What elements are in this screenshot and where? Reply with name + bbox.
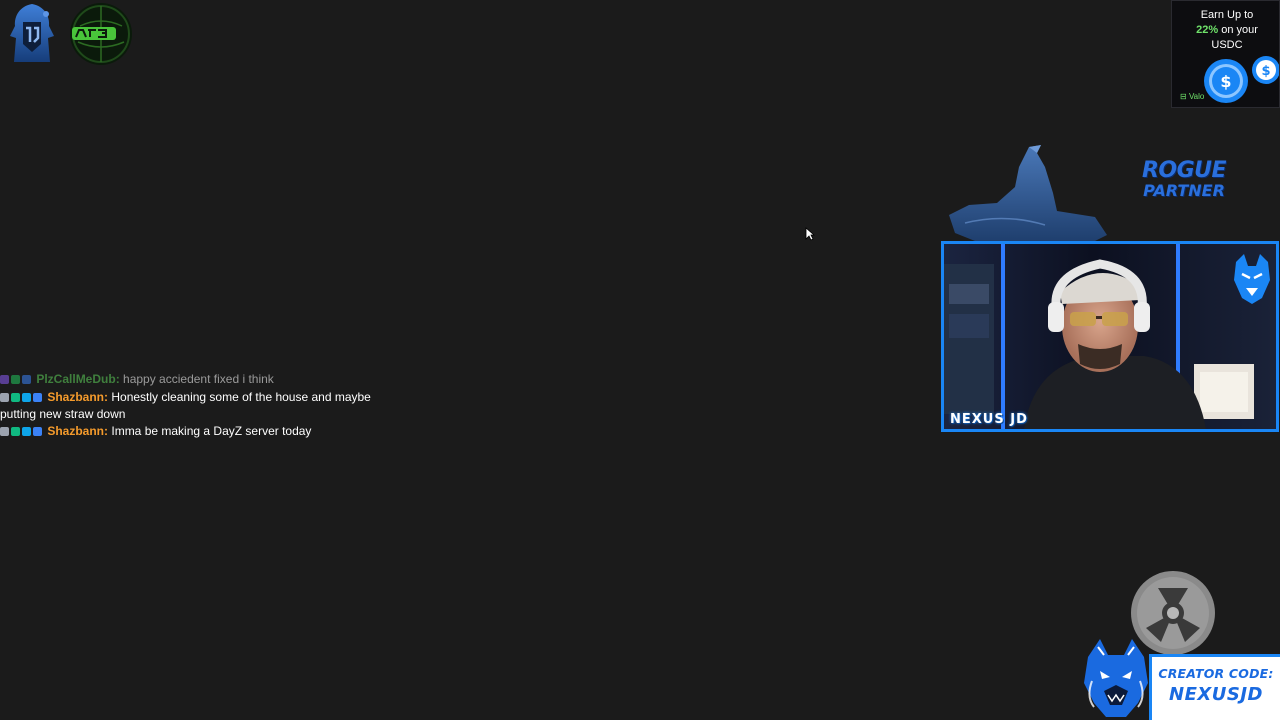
badge-icon [11,375,20,384]
chat-badges [0,424,44,441]
chat-overlay: PlzCallMeDub: happy acciedent fixed i th… [0,371,380,440]
stream-overlay: Earn Up to 22% on your USDC $ $ ⊟ Valo R… [0,0,1280,720]
badge-icon [22,426,31,436]
promo-headline: Earn Up to [1200,9,1254,21]
promo-percent: 22% [1196,24,1219,36]
creator-code-value: NEXUSJD [1169,684,1263,705]
chat-username: Shazbann [47,389,105,404]
rogue-partner-line2: PARTNER [1143,181,1225,200]
creator-code-label: CREATOR CODE: [1158,666,1274,681]
badge-icon [22,392,31,402]
rogue-partner-badge: ROGUE PARTNER [1128,160,1240,206]
wolf-mascot-icon [1078,637,1154,720]
howling-wolf-icon [945,143,1110,245]
green-globe-logo-icon [68,2,134,66]
badge-icon [11,392,20,402]
rogue-partner-line1: ROGUE [1141,158,1227,183]
promo-brand: ⊟ Valo [1180,92,1205,101]
usdc-promo-ad[interactable]: Earn Up to 22% on your USDC $ $ ⊟ Valo [1171,0,1280,108]
hooded-figure-logo-icon [6,2,58,66]
badge-icon [33,426,42,436]
mouse-cursor-icon [805,226,816,241]
chat-badges [0,390,44,407]
badge-icon [22,375,31,384]
badge-icon [0,392,9,402]
chat-badges [0,372,33,389]
badge-icon [0,375,9,384]
webcam-feed [944,244,1276,429]
chat-username: Shazbann [47,423,105,438]
chat-message: Shazbann: Honestly cleaning some of the … [0,389,380,423]
chat-message: Shazbann: Imma be making a DayZ server t… [0,423,380,441]
svg-text:$: $ [1220,72,1231,91]
badge-icon [33,392,42,402]
promo-rate-suffix: on your [1218,24,1258,36]
chat-username: PlzCallMeDub [36,372,116,386]
badge-icon [11,426,20,436]
usdc-coin-icon: $ $ [1198,49,1279,107]
chat-separator: : [115,372,120,386]
chat-separator: : [104,389,109,404]
chat-separator: : [104,423,109,438]
creator-code-banner: CREATOR CODE: NEXUSJD [1149,654,1280,720]
chat-text: happy acciedent fixed i think [123,372,274,386]
svg-text:$: $ [1261,64,1270,79]
promo-brand-label: Valo [1188,92,1205,101]
promo-rate: 22% on your [1172,24,1279,36]
webcam-frame: NEXUS JD [941,241,1279,432]
chat-text: Imma be making a DayZ server today [111,423,312,438]
chat-message: PlzCallMeDub: happy acciedent fixed i th… [0,371,380,389]
badge-icon [0,426,9,436]
streamer-name: NEXUS JD [950,412,1028,427]
